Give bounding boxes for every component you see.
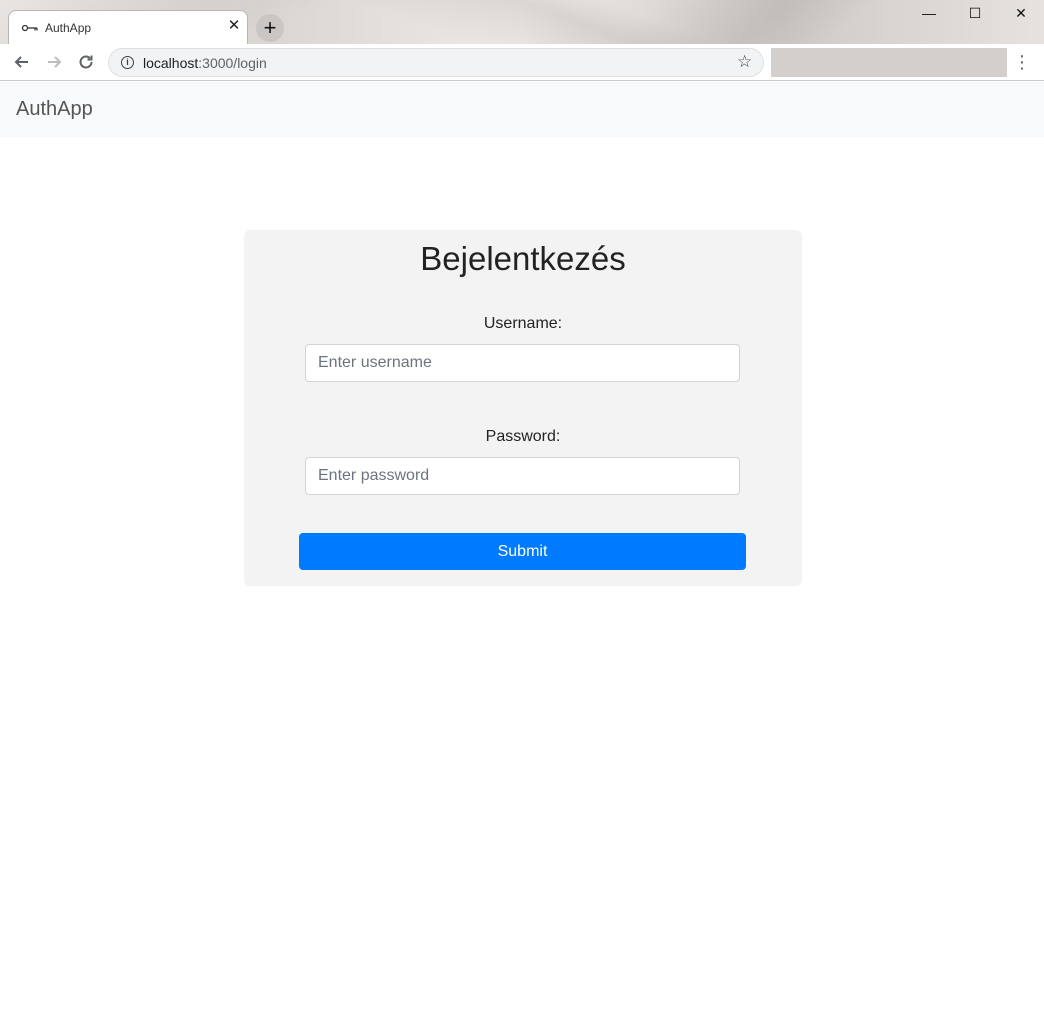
submit-button[interactable]: Submit: [299, 533, 746, 570]
back-arrow-icon[interactable]: [10, 50, 34, 74]
bookmark-star-icon[interactable]: ☆: [737, 52, 752, 72]
browser-tab[interactable]: AuthApp ✕: [8, 10, 248, 44]
username-input[interactable]: [305, 344, 740, 382]
url-text: localhost:3000/login: [143, 55, 267, 71]
window-close-button[interactable]: ✕: [998, 2, 1044, 24]
browser-toolbar: i localhost:3000/login ☆ ⋮: [0, 44, 1044, 81]
navbar-brand[interactable]: AuthApp: [16, 98, 93, 121]
password-input[interactable]: [305, 457, 740, 495]
navbar: AuthApp: [0, 82, 1044, 137]
browser-tab-strip: AuthApp ✕ + — ☐ ✕: [0, 0, 1044, 44]
window-maximize-button[interactable]: ☐: [952, 2, 998, 24]
window-minimize-button[interactable]: —: [906, 2, 952, 24]
url-path: :3000/login: [198, 55, 267, 71]
tab-close-icon[interactable]: ✕: [225, 17, 243, 35]
tab-title: AuthApp: [45, 21, 92, 35]
extensions-area: [771, 48, 1007, 77]
address-bar[interactable]: i localhost:3000/login ☆: [108, 48, 764, 77]
reload-icon[interactable]: [74, 50, 98, 74]
forward-arrow-icon[interactable]: [42, 50, 66, 74]
info-icon[interactable]: i: [121, 56, 134, 69]
url-host: localhost: [143, 55, 199, 71]
key-icon: [21, 24, 38, 32]
new-tab-button[interactable]: +: [256, 14, 284, 42]
password-label: Password:: [485, 428, 561, 445]
username-label: Username:: [483, 315, 563, 332]
login-form: Bejelentkezés Username: Password: Submit: [244, 230, 802, 586]
login-title: Bejelentkezés: [420, 240, 626, 277]
browser-menu-icon[interactable]: ⋮: [1012, 51, 1032, 73]
